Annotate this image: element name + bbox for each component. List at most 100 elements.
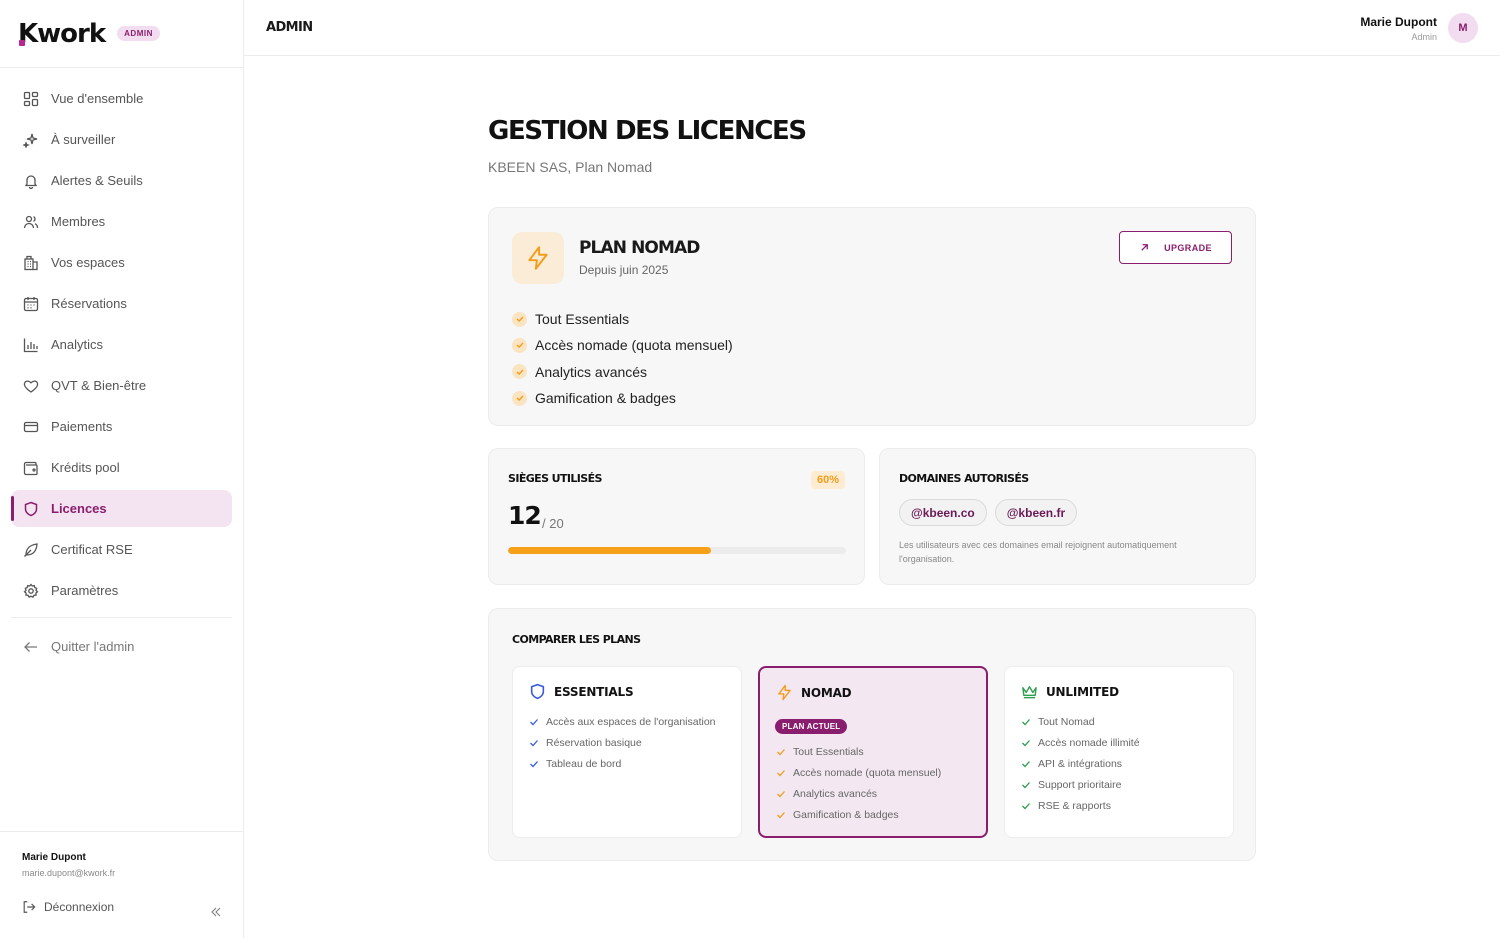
sidebar-item-alerts[interactable]: Alertes & Seuils (11, 162, 232, 199)
sidebar-item-csr[interactable]: Certificat RSE (11, 531, 232, 568)
list-item: Accès nomade illimité (1021, 732, 1140, 753)
sidebar-item-label: Paramètres (51, 583, 119, 598)
nav-divider (11, 617, 232, 618)
kwork-logo[interactable]: Kwork (18, 18, 106, 49)
lightning-icon (528, 246, 548, 270)
seats-progress-fill (508, 547, 711, 554)
feature-label: Accès nomade (quota mensuel) (535, 337, 733, 354)
check-icon (777, 811, 785, 818)
tier-feature-label: Tableau de bord (546, 757, 622, 770)
sidebar-item-bookings[interactable]: Réservations (11, 285, 232, 322)
users-icon (23, 215, 39, 228)
sidebar-item-label: Krédits pool (51, 460, 120, 475)
list-item: Tout Essentials (512, 306, 733, 332)
feature-label: Analytics avancés (535, 363, 648, 380)
sparkle-icon (23, 133, 38, 148)
domains-note: Les utilisateurs avec ces domaines email… (899, 540, 1177, 564)
current-plan-badge: PLAN ACTUEL (775, 719, 848, 734)
user-menu-text: Marie Dupont Admin (1360, 15, 1437, 42)
sidebar-item-label: QVT & Bien-être (51, 378, 147, 393)
tier-header: NOMAD (776, 684, 852, 701)
sidebar-item-label: Analytics (51, 337, 104, 352)
user-name: Marie Dupont (1360, 14, 1437, 29)
list-item: Accès nomade (quota mensuel) (512, 332, 733, 358)
seats-percent-badge: 60% (810, 471, 845, 489)
check-icon (512, 390, 527, 406)
domain-pill[interactable]: @kbeen.co (899, 499, 987, 526)
tier-name: UNLIMITED (1046, 684, 1119, 699)
list-item: Support prioritaire (1021, 774, 1140, 795)
check-icon (530, 739, 538, 746)
sidebar-item-members[interactable]: Membres (11, 203, 232, 240)
avatar[interactable]: M (1448, 13, 1478, 43)
logout-button[interactable]: Déconnexion (22, 900, 221, 914)
user-menu[interactable]: Marie Dupont Admin M (1360, 13, 1478, 43)
check-icon (1022, 718, 1030, 725)
shield-icon (24, 501, 38, 516)
sidebar-item-payments[interactable]: Paiements (11, 408, 232, 445)
tier-feature-label: Accès aux espaces de l'organisation (546, 715, 716, 728)
quit-admin-label: Quitter l'admin (51, 639, 135, 654)
tier-card-essentials[interactable]: ESSENTIALS Accès aux espaces de l'organi… (512, 666, 742, 838)
check-icon (530, 718, 538, 725)
sidebar-item-analytics[interactable]: Analytics (11, 326, 232, 363)
sidebar-item-settings[interactable]: Paramètres (11, 572, 232, 609)
sidebar-item-label: Alertes & Seuils (51, 173, 143, 188)
sidebar-item-wellbeing[interactable]: QVT & Bien-être (11, 367, 232, 404)
list-item: Tableau de bord (529, 753, 716, 774)
check-icon (777, 748, 785, 755)
shield-icon (530, 683, 545, 700)
seats-total: / 20 (542, 516, 564, 531)
check-icon (1022, 760, 1030, 767)
gear-icon (23, 583, 39, 598)
credit-card-icon (23, 421, 39, 432)
tier-feature-label: Tout Nomad (1038, 715, 1095, 728)
tier-feature-list: Tout Essentials Accès nomade (quota mens… (776, 741, 941, 825)
check-icon (1022, 781, 1030, 788)
collapse-sidebar-icon[interactable] (209, 905, 223, 919)
admin-badge: ADMIN (117, 26, 160, 41)
feature-label: Gamification & badges (535, 390, 676, 407)
current-plan-card: PLAN NOMAD Depuis juin 2025 UPGRADE Tout… (488, 207, 1256, 426)
sidebar-item-watch[interactable]: À surveiller (11, 121, 232, 158)
upgrade-label: UPGRADE (1164, 242, 1212, 253)
check-icon (1022, 739, 1030, 746)
tier-card-unlimited[interactable]: UNLIMITED Tout Nomad Accès nomade illimi… (1004, 666, 1234, 838)
list-item: Réservation basique (529, 732, 716, 753)
logout-label: Déconnexion (44, 900, 115, 914)
domain-pill[interactable]: @kbeen.fr (994, 499, 1078, 526)
page-subtitle: KBEEN SAS, Plan Nomad (488, 159, 653, 175)
topbar: ADMIN Marie Dupont Admin M (244, 0, 1500, 56)
sidebar-item-label: Licences (51, 501, 107, 516)
list-item: Gamification & badges (776, 804, 941, 825)
tier-feature-label: Gamification & badges (793, 808, 899, 821)
quit-admin-link[interactable]: Quitter l'admin (11, 628, 232, 665)
logo-letters: work (37, 18, 106, 49)
check-icon (512, 364, 527, 380)
tier-feature-label: Réservation basique (546, 736, 642, 749)
tier-feature-list: Accès aux espaces de l'organisation Rése… (529, 711, 716, 774)
calendar-icon (23, 296, 39, 311)
tier-feature-label: RSE & rapports (1038, 799, 1111, 812)
wallet-icon (23, 461, 38, 475)
check-icon (777, 790, 785, 797)
logo-letter-k: K (18, 18, 38, 49)
sidebar-item-label: Certificat RSE (51, 542, 133, 557)
list-item: Accès aux espaces de l'organisation (529, 711, 716, 732)
list-item: Analytics avancés (512, 359, 733, 385)
check-icon (512, 337, 527, 353)
upgrade-button[interactable]: UPGRADE (1119, 231, 1232, 264)
tier-card-nomad[interactable]: NOMAD PLAN ACTUEL Tout Essentials Accès … (758, 666, 988, 838)
domain-list: @kbeen.co @kbeen.fr (899, 499, 1085, 526)
sidebar-item-spaces[interactable]: Vos espaces (11, 244, 232, 281)
seats-progress-bar (508, 547, 846, 554)
sidebar-item-overview[interactable]: Vue d'ensemble (11, 80, 232, 117)
plan-icon-tile (512, 232, 564, 284)
sidebar-item-label: Réservations (51, 296, 127, 311)
sidebar-nav: Vue d'ensemble À surveiller Alertes & Se… (0, 68, 243, 665)
sidebar-item-label: Membres (51, 214, 106, 229)
sidebar-item-credits[interactable]: Krédits pool (11, 449, 232, 486)
tier-feature-label: API & intégrations (1038, 757, 1123, 770)
tier-feature-label: Tout Essentials (793, 745, 864, 758)
sidebar-item-licences[interactable]: Licences (11, 490, 232, 527)
